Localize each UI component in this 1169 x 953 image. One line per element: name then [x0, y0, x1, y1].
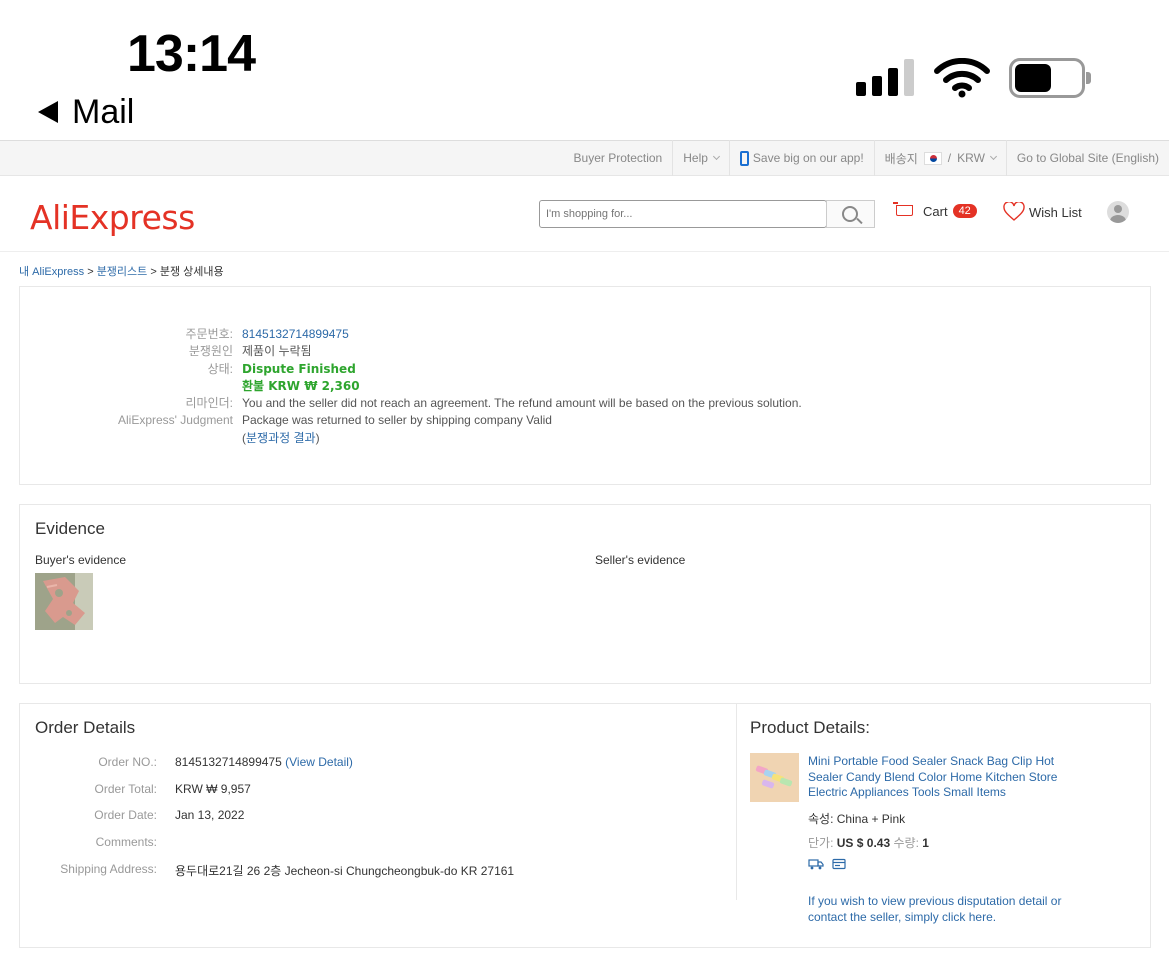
column-divider: [736, 704, 737, 900]
korea-flag-icon: [923, 151, 942, 165]
comments-row: Comments:: [95, 835, 157, 849]
search-button[interactable]: [826, 200, 875, 228]
evidence-title: Evidence: [35, 519, 105, 538]
order-date-row: Order Date: Jan 13, 2022: [94, 808, 245, 822]
buyer-protection-link[interactable]: Buyer Protection: [564, 140, 673, 176]
dispute-status-row: 상태: Dispute Finished: [207, 362, 356, 376]
quantity: 1: [922, 836, 929, 850]
contact-seller-link[interactable]: If you wish to view previous disputation…: [808, 894, 1078, 925]
back-to-mail-button[interactable]: Mail: [38, 92, 134, 132]
shipping-address-row: Shipping Address: 용두대로21길 26 2층 Jecheon-…: [60, 862, 515, 878]
dispute-order-no-row: 주문번호: 8145132714899475: [185, 326, 349, 343]
chevron-down-icon: [712, 152, 720, 161]
wishlist-label: Wish List: [1029, 204, 1082, 220]
breadcrumb: 내 AliExpress > 분쟁리스트 > 분쟁 상세내용: [19, 266, 224, 278]
dispute-refund-row: 환불 KRW ₩ 2,360: [20, 378, 360, 395]
dispute-order-no-link[interactable]: 8145132714899475: [242, 326, 349, 343]
help-menu[interactable]: Help: [672, 140, 729, 176]
dispute-reason-row: 분쟁원인 제품이 누락됨: [188, 344, 312, 358]
buyer-evidence-thumbnail[interactable]: [35, 573, 93, 630]
cart-count-badge: 42: [952, 204, 977, 218]
search-input[interactable]: [539, 200, 827, 228]
wishlist-link[interactable]: Wish List: [1003, 202, 1082, 222]
user-avatar[interactable]: [1107, 201, 1129, 223]
product-thumbnail[interactable]: [750, 753, 799, 802]
battery-icon: [1009, 58, 1091, 98]
dispute-result-row: (분쟁과정 결과): [242, 431, 320, 445]
ship-to-currency-menu[interactable]: 배송지 / KRW: [873, 140, 1006, 176]
dispute-reminder-row: 리마인더: You and the seller did not reach a…: [185, 396, 802, 410]
product-price-qty: 단가: US $ 0.43 수량: 1: [808, 836, 929, 850]
cellular-signal-icon: [856, 58, 914, 96]
ios-status-bar: 13:14 Mail: [0, 0, 1169, 140]
product-details-title: Product Details:: [750, 718, 870, 737]
aliexpress-logo[interactable]: AliExpress: [30, 198, 195, 238]
back-mail-label: Mail: [72, 93, 135, 131]
app-promo-link[interactable]: Save big on our app!: [728, 140, 874, 176]
shipping-truck-icon[interactable]: [808, 858, 824, 870]
evidence-panel: Evidence Buyer's evidence Seller's evide…: [19, 504, 1151, 684]
product-attribute: 속성: China + Pink: [808, 812, 906, 826]
refund-amount: 환불 KRW ₩ 2,360: [242, 379, 360, 393]
back-arrow-icon: [38, 101, 58, 123]
dispute-result-link[interactable]: 분쟁과정 결과: [246, 431, 316, 445]
cart-link[interactable]: Cart 42: [893, 202, 977, 220]
chevron-down-icon: [989, 152, 997, 161]
product-name-link[interactable]: Mini Portable Food Sealer Snack Bag Clip…: [808, 754, 1078, 801]
wifi-icon: [934, 58, 990, 98]
breadcrumb-dispute-list[interactable]: 분쟁리스트: [97, 266, 148, 278]
status-clock: 13:14: [127, 25, 256, 83]
order-total-row: Order Total: KRW ₩ 9,957: [94, 782, 251, 796]
utility-bar: Buyer Protection Help Save big on our ap…: [0, 140, 1169, 176]
unit-price: US $ 0.43: [836, 836, 891, 850]
order-details-title: Order Details: [35, 718, 136, 737]
heart-icon: [1003, 202, 1025, 221]
dispute-summary-panel: 주문번호: 8145132714899475 분쟁원인 제품이 누락됨 상태: …: [19, 286, 1151, 485]
cart-label: Cart: [923, 203, 948, 219]
product-status-icons: [808, 858, 846, 870]
seller-evidence-label: Seller's evidence: [595, 553, 686, 567]
refund-card-icon[interactable]: [832, 858, 846, 870]
cart-icon: [893, 202, 915, 220]
dispute-status: Dispute Finished: [242, 362, 356, 376]
order-no-row: Order NO.: 8145132714899475 (View Detail…: [98, 755, 353, 769]
view-detail-link[interactable]: (View Detail): [285, 755, 353, 769]
buyer-evidence-label: Buyer's evidence: [35, 553, 127, 567]
breadcrumb-my-aliexpress[interactable]: 내 AliExpress: [19, 266, 84, 278]
phone-icon: [739, 150, 749, 166]
dispute-judgment-row: AliExpress' Judgment Package was returne…: [117, 413, 552, 427]
site-header: AliExpress Cart 42 Wish List: [0, 176, 1169, 252]
order-details-panel: Order Details Order NO.: 814513271489947…: [19, 703, 1151, 948]
global-site-link[interactable]: Go to Global Site (English): [1005, 140, 1169, 176]
breadcrumb-current: 분쟁 상세내용: [159, 266, 224, 278]
